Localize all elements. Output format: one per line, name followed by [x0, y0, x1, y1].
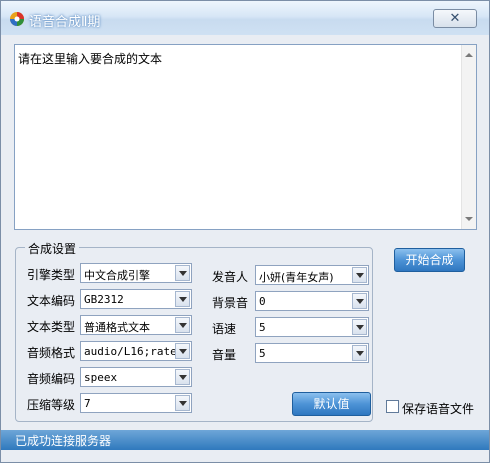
- chevron-down-icon[interactable]: [175, 317, 190, 333]
- volume-label: 音量: [212, 348, 237, 362]
- text-type-select[interactable]: 普通格式文本: [80, 315, 192, 335]
- speed-label: 语速: [212, 322, 237, 336]
- speed-select[interactable]: 5: [255, 317, 369, 337]
- status-bar: 已成功连接服务器: [1, 430, 489, 450]
- text-scrollbar[interactable]: [461, 45, 476, 229]
- engine-type-label: 引擎类型: [27, 268, 76, 282]
- text-encoding-label: 文本编码: [27, 294, 76, 308]
- speed-value: 5: [259, 321, 266, 334]
- background-sound-label: 背景音: [212, 296, 249, 310]
- audio-format-label: 音频格式: [27, 346, 76, 360]
- settings-group-title: 合成设置: [25, 240, 80, 257]
- compress-level-select[interactable]: 7: [80, 393, 192, 413]
- synthesis-text-input[interactable]: 请在这里输入要合成的文本: [14, 44, 477, 230]
- chevron-down-icon[interactable]: [175, 343, 190, 359]
- scroll-up-icon[interactable]: [465, 53, 473, 57]
- speaker-label: 发音人: [212, 270, 249, 284]
- text-encoding-select[interactable]: GB2312: [80, 289, 192, 309]
- connection-status-text: 已成功连接服务器: [15, 434, 112, 448]
- main-window: 语音合成Ⅱ期 ✕ 请在这里输入要合成的文本 合成设置 引擎类型 中文合成引擎 文…: [0, 0, 490, 463]
- text-type-value: 普通格式文本: [84, 321, 150, 334]
- compress-level-value: 7: [84, 397, 91, 410]
- engine-type-select[interactable]: 中文合成引擎: [80, 263, 192, 283]
- background-sound-select[interactable]: 0: [255, 291, 369, 311]
- text-type-label: 文本类型: [27, 320, 76, 334]
- chevron-down-icon[interactable]: [175, 395, 190, 411]
- chevron-down-icon[interactable]: [352, 267, 367, 283]
- audio-format-value: audio/L16;rate=: [84, 345, 176, 358]
- close-icon: ✕: [449, 11, 461, 26]
- speaker-value: 小妍(青年女声): [259, 271, 334, 284]
- default-values-button[interactable]: 默认值: [292, 392, 371, 416]
- chevron-down-icon[interactable]: [175, 265, 190, 281]
- chevron-down-icon[interactable]: [352, 345, 367, 361]
- audio-codec-value: speex: [84, 371, 118, 384]
- save-audio-checkbox[interactable]: [386, 400, 399, 413]
- synthesis-text-content: 请在这里输入要合成的文本: [18, 52, 163, 66]
- compress-level-label: 压缩等级: [27, 398, 76, 412]
- audio-format-select[interactable]: audio/L16;rate=: [80, 341, 192, 361]
- chevron-down-icon[interactable]: [175, 291, 190, 307]
- start-synthesis-button[interactable]: 开始合成: [394, 248, 465, 272]
- text-encoding-value: GB2312: [84, 293, 124, 306]
- chevron-down-icon[interactable]: [352, 293, 367, 309]
- save-audio-label: 保存语音文件: [402, 402, 475, 416]
- volume-value: 5: [259, 347, 266, 360]
- chevron-down-icon[interactable]: [175, 369, 190, 385]
- app-logo-icon: [10, 12, 24, 26]
- chevron-down-icon[interactable]: [352, 319, 367, 335]
- speaker-select[interactable]: 小妍(青年女声): [255, 265, 369, 285]
- scroll-down-icon[interactable]: [465, 217, 473, 221]
- close-button[interactable]: ✕: [433, 9, 477, 28]
- engine-type-value: 中文合成引擎: [84, 269, 150, 282]
- audio-codec-select[interactable]: speex: [80, 367, 192, 387]
- window-title: 语音合成Ⅱ期: [29, 15, 101, 30]
- background-sound-value: 0: [259, 295, 266, 308]
- volume-select[interactable]: 5: [255, 343, 369, 363]
- title-bar[interactable]: 语音合成Ⅱ期 ✕: [1, 1, 489, 35]
- audio-codec-label: 音频编码: [27, 372, 76, 386]
